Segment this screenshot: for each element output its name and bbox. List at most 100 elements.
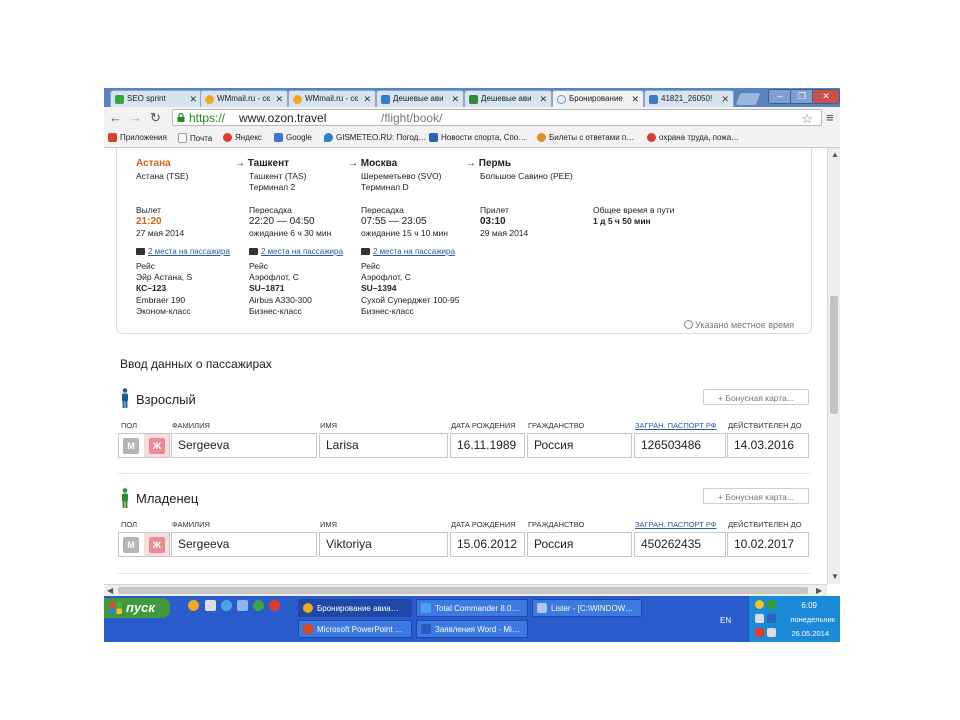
- scroll-left-icon[interactable]: ◀: [107, 586, 113, 595]
- bookmark-tickets[interactable]: Билеты с ответами п…: [537, 133, 634, 142]
- vertical-scrollbar[interactable]: ▲ ▼: [827, 148, 840, 584]
- carrier: Аэрофлот, С: [361, 272, 411, 282]
- close-window-button[interactable]: ✕: [812, 89, 840, 104]
- tab-wmmail-1[interactable]: WMmail.ru - сє ✕: [200, 90, 288, 107]
- window-label: Microsoft PowerPoint …: [317, 625, 403, 634]
- bonus-card-button[interactable]: + Бонусная карта...: [703, 389, 809, 405]
- carrier: Эйр Астана, S: [136, 272, 193, 282]
- tab-image[interactable]: 41821_26050! ✕: [644, 90, 734, 107]
- bookmark-sport[interactable]: Новости спорта, Спо…: [429, 133, 526, 142]
- gender-male-button[interactable]: М: [123, 438, 139, 454]
- taskbar-window-total-commander[interactable]: Total Commander 8.0…: [416, 599, 528, 617]
- passport-input[interactable]: 126503486: [634, 433, 726, 458]
- tab-wmmail-2[interactable]: WMmail.ru - сє ✕: [288, 90, 376, 107]
- seats-link[interactable]: 2 места на пассажира: [136, 241, 230, 259]
- stage-label: Пересадка: [249, 205, 292, 215]
- bookmark-star-icon[interactable]: ☆: [801, 110, 813, 127]
- tray-antivirus-icon[interactable]: [755, 628, 764, 637]
- bonus-card-button[interactable]: + Бонусная карта...: [703, 488, 809, 504]
- tray-volume-icon[interactable]: [755, 614, 764, 623]
- start-button[interactable]: пуск: [104, 598, 170, 618]
- close-icon[interactable]: ✕: [451, 91, 459, 107]
- quicklaunch-desktop-icon[interactable]: [237, 600, 248, 611]
- scroll-right-icon[interactable]: ▶: [816, 586, 822, 595]
- label-passport-link[interactable]: ЗАГРАН. ПАСПОРТ РФ: [635, 520, 717, 529]
- surname-input[interactable]: Sergeeva: [171, 532, 317, 557]
- minimize-button[interactable]: –: [768, 89, 792, 104]
- tab-seo-sprint[interactable]: SEO sprint ✕: [110, 90, 202, 107]
- close-icon[interactable]: ✕: [189, 91, 197, 107]
- maximize-button[interactable]: ❐: [790, 89, 814, 104]
- taskbar-window-lister[interactable]: Lister - [C:\WINDOW…: [532, 599, 642, 617]
- google-icon: [274, 133, 283, 142]
- citizenship-select[interactable]: Россия: [527, 433, 632, 458]
- tray-app-icon[interactable]: [767, 614, 776, 623]
- label-surname: ФАМИЛИЯ: [172, 421, 210, 430]
- close-icon[interactable]: ✕: [275, 91, 283, 107]
- tray-display-icon[interactable]: [767, 628, 776, 637]
- bookmark-yandex[interactable]: Яндекс: [223, 133, 262, 142]
- quicklaunch-app-icon[interactable]: [205, 600, 216, 611]
- bookmark-gismeteo[interactable]: GISMETEO.RU: Погод…: [324, 133, 426, 142]
- gender-male-button[interactable]: М: [123, 537, 139, 553]
- close-icon[interactable]: ✕: [539, 91, 547, 107]
- passport-input[interactable]: 450262435: [634, 532, 726, 557]
- scroll-up-icon[interactable]: ▲: [831, 150, 839, 159]
- birth-date-input[interactable]: 16.11.1989: [450, 433, 525, 458]
- tab-cheap-flights-2[interactable]: Дешевые ави ✕: [464, 90, 552, 107]
- surname-input[interactable]: Sergeeva: [171, 433, 317, 458]
- wmmail-icon: [293, 95, 302, 104]
- close-icon[interactable]: ✕: [631, 91, 639, 107]
- close-icon[interactable]: ✕: [363, 91, 371, 107]
- taskbar-window-browser[interactable]: Бронирование авиа…: [298, 599, 412, 617]
- valid-until-input[interactable]: 14.03.2016: [727, 433, 809, 458]
- tab-booking[interactable]: Бронирование ✕: [552, 90, 644, 107]
- horizontal-scrollbar[interactable]: ◀ ▶: [104, 584, 827, 596]
- bookmark-google[interactable]: Google: [274, 133, 312, 142]
- url-input[interactable]: https:// www.ozon.travel /flight/book/ ☆: [172, 109, 822, 126]
- quicklaunch-ie-icon[interactable]: [221, 600, 232, 611]
- departure-time: 21:20: [136, 216, 162, 227]
- wait-time: ожидание 6 ч 30 мин: [249, 228, 332, 238]
- screenshot: SEO sprint ✕ WMmail.ru - сє ✕ WMmail.ru …: [104, 88, 840, 642]
- arrival-date: 29 мая 2014: [480, 228, 529, 238]
- back-arrow-icon[interactable]: ←: [109, 110, 122, 125]
- taskbar-window-word[interactable]: Заявления Word - Mi…: [416, 620, 528, 638]
- tab-label: Дешевые ави: [481, 94, 532, 103]
- gender-female-button[interactable]: Ж: [149, 537, 165, 553]
- forward-arrow-icon[interactable]: →: [129, 110, 142, 125]
- quicklaunch-yandex-icon[interactable]: [269, 600, 280, 611]
- image-icon: [649, 95, 658, 104]
- menu-icon[interactable]: ≡: [826, 110, 834, 125]
- page-content: Астана Астана (TSE) Вылет 21:20 27 мая 2…: [104, 148, 818, 584]
- scroll-down-icon[interactable]: ▼: [831, 572, 839, 581]
- seats-link[interactable]: 2 места на пассажира: [361, 241, 455, 259]
- taskbar-window-powerpoint[interactable]: Microsoft PowerPoint …: [298, 620, 412, 638]
- bookmark-safety[interactable]: охрана труда, пожа…: [647, 133, 739, 142]
- tray-network-icon[interactable]: [767, 600, 776, 609]
- reload-icon[interactable]: ↻: [150, 110, 161, 126]
- scroll-thumb[interactable]: [118, 587, 808, 594]
- tray-messenger-icon[interactable]: [755, 600, 764, 609]
- passengers-section-title: Ввод данных о пассажирах: [120, 357, 272, 371]
- name-input[interactable]: Viktoriya: [319, 532, 448, 557]
- name-input[interactable]: Larisa: [319, 433, 448, 458]
- new-tab-button[interactable]: [735, 93, 761, 105]
- departure-date: 27 мая 2014: [136, 228, 185, 238]
- bookmark-apps[interactable]: Приложения: [108, 133, 167, 142]
- valid-until-input[interactable]: 10.02.2017: [727, 532, 809, 557]
- quicklaunch-browser-icon[interactable]: [188, 600, 199, 611]
- seats-link[interactable]: 2 места на пассажира: [249, 241, 343, 259]
- language-indicator[interactable]: EN: [720, 616, 731, 625]
- total-commander-icon: [421, 603, 431, 613]
- bookmark-mail[interactable]: Почта: [178, 133, 212, 143]
- tab-cheap-flights-1[interactable]: Дешевые ави ✕: [376, 90, 464, 107]
- label-passport-link[interactable]: ЗАГРАН. ПАСПОРТ РФ: [635, 421, 717, 430]
- close-icon[interactable]: ✕: [721, 91, 729, 107]
- citizenship-select[interactable]: Россия: [527, 532, 632, 557]
- scroll-thumb[interactable]: [830, 296, 838, 414]
- quicklaunch-chrome-icon[interactable]: [253, 600, 264, 611]
- gender-female-button[interactable]: Ж: [149, 438, 165, 454]
- bookmark-label: Яндекс: [235, 133, 262, 142]
- birth-date-input[interactable]: 15.06.2012: [450, 532, 525, 557]
